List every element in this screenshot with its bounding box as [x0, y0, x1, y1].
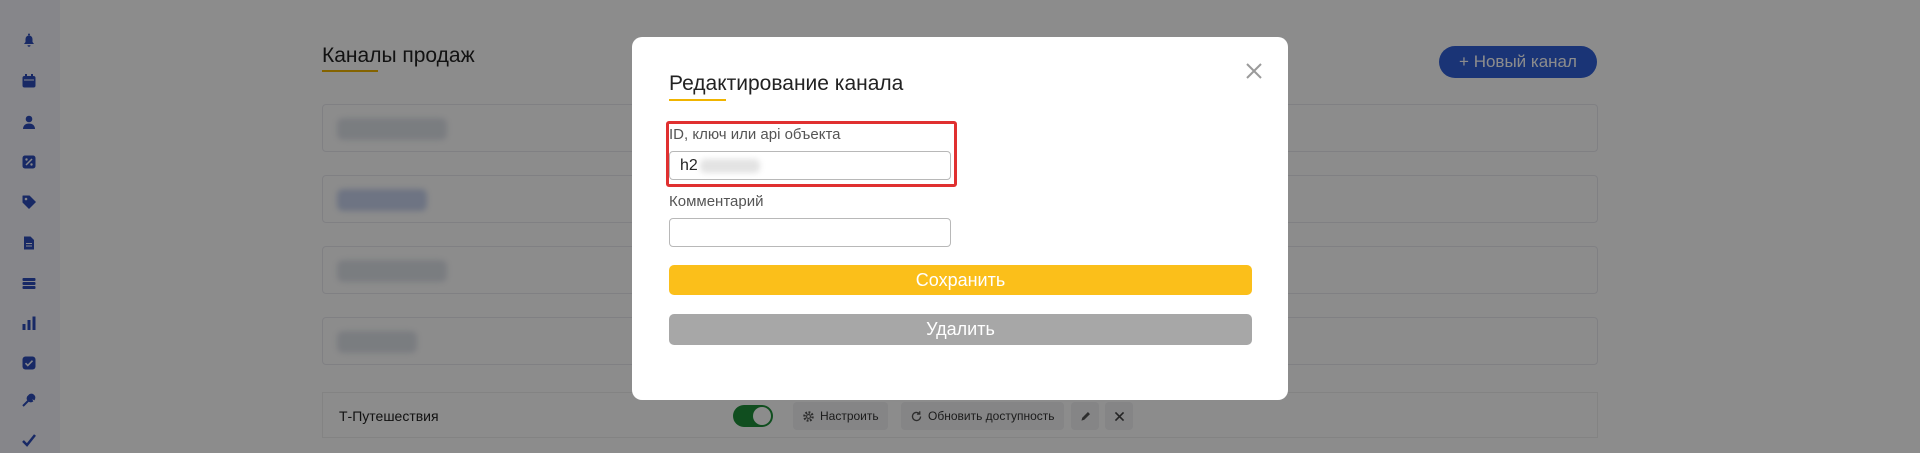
- comment-field-label: Комментарий: [669, 193, 764, 210]
- close-icon[interactable]: [1242, 59, 1266, 83]
- id-field-label: ID, ключ или api объекта: [669, 126, 841, 143]
- redacted-value: [699, 158, 760, 173]
- modal-title: Редактирование канала: [669, 72, 904, 101]
- modal-title-text: Редактирование канала: [669, 72, 904, 95]
- save-button[interactable]: Сохранить: [669, 265, 1252, 295]
- delete-button[interactable]: Удалить: [669, 314, 1252, 345]
- id-field-input[interactable]: h2: [669, 151, 951, 180]
- modal-title-underline: [669, 99, 726, 101]
- comment-field-input[interactable]: [669, 218, 951, 247]
- id-field-value: h2: [680, 156, 698, 174]
- edit-channel-modal: Редактирование канала ID, ключ или api о…: [632, 37, 1288, 400]
